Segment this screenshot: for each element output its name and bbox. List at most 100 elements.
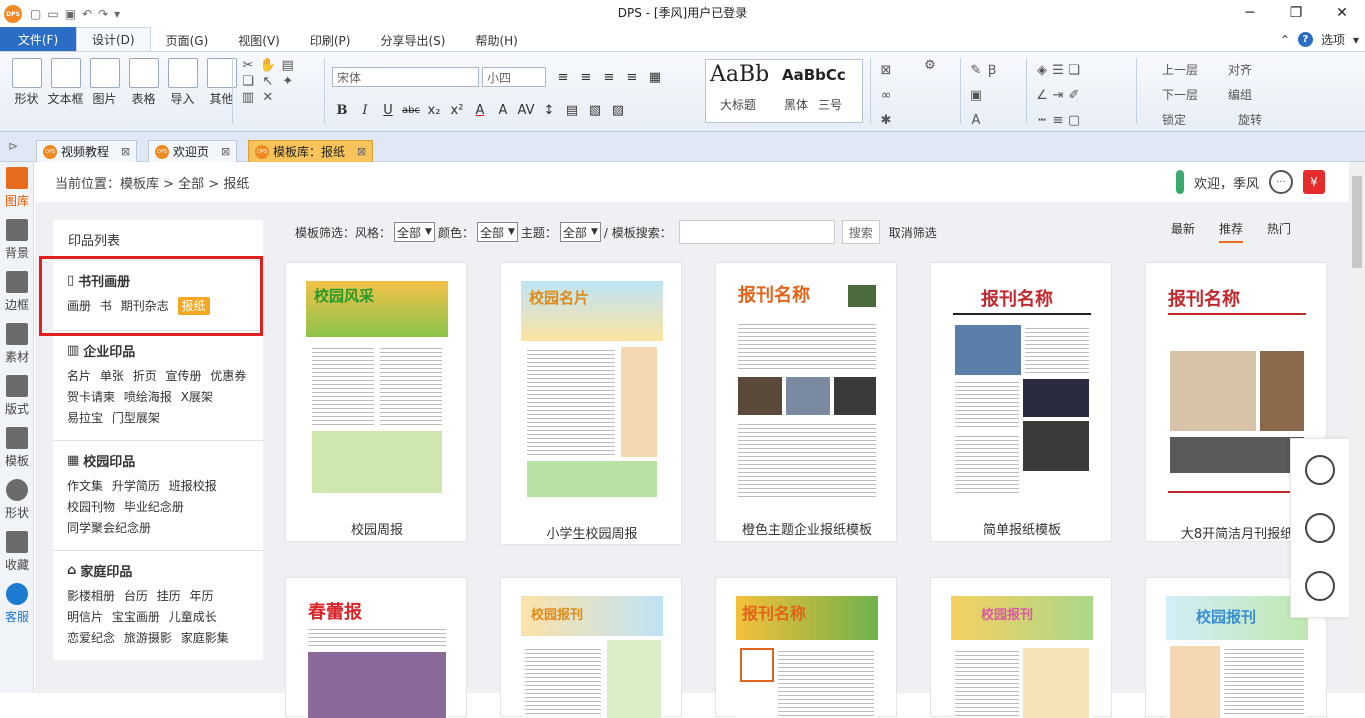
tab-view[interactable]: 视图(V) — [223, 29, 295, 51]
category-link[interactable]: 名片 — [67, 369, 91, 383]
category-link[interactable]: 易拉宝 — [67, 411, 103, 425]
options-button[interactable]: 选项 — [1321, 31, 1345, 48]
category-link[interactable]: 宣传册 — [166, 369, 202, 383]
text-direction-icon[interactable]: ▧ — [585, 100, 605, 120]
scrollbar-thumb[interactable] — [1352, 176, 1362, 268]
tab-design[interactable]: 设计(D) — [76, 27, 151, 51]
rotate-button[interactable]: 旋转 — [1222, 108, 1262, 133]
table-button[interactable]: 表格 — [125, 58, 162, 107]
sidebar-item-gallery[interactable]: 图库 — [0, 162, 34, 214]
template-card[interactable]: 春蕾报 — [285, 577, 467, 718]
tab-page[interactable]: 页面(G) — [151, 29, 224, 51]
fill-icon[interactable]: ▤ — [280, 58, 296, 74]
align-button[interactable]: 对齐 — [1212, 58, 1252, 83]
category-link[interactable]: 年历 — [190, 589, 214, 603]
copy-icon[interactable]: ❏ — [240, 74, 256, 90]
shape-button[interactable]: 形状 — [8, 58, 45, 107]
category-link[interactable]: 门型展架 — [112, 411, 160, 425]
layers-icon[interactable]: ❏ — [1066, 63, 1082, 79]
category-link-selected[interactable]: 报纸 — [177, 297, 210, 315]
category-link[interactable]: 作文集 — [67, 479, 103, 493]
tab-template-library[interactable]: DPS 模板库：报纸 ⊠ — [248, 140, 374, 162]
category-link[interactable]: 班报校报 — [169, 479, 217, 493]
template-card[interactable]: 报刊名称 简单报纸模板 — [930, 262, 1112, 542]
style-gallery[interactable]: AaBb AaBbCc 大标题 黑体 三号 — [705, 59, 863, 123]
category-link[interactable]: 明信片 — [67, 610, 103, 624]
tab-video-tutorial[interactable]: DPS 视频教程 ⊠ — [36, 140, 138, 162]
category-link[interactable]: 优惠券 — [210, 369, 246, 383]
cut-icon[interactable]: ✂ — [240, 58, 256, 74]
sidebar-item-layout[interactable]: 版式 — [0, 370, 34, 422]
font-name-select[interactable]: 宋体 — [332, 67, 479, 87]
category-link[interactable]: 影楼相册 — [67, 589, 115, 603]
options-dropdown-icon[interactable]: ▾ — [1353, 33, 1359, 47]
shadow-icon[interactable]: ▢ — [1066, 113, 1082, 129]
link-icon[interactable]: ∞ — [878, 88, 894, 104]
align-center-icon[interactable]: ≡ — [576, 67, 596, 87]
font-size-select[interactable]: 小四 — [482, 67, 546, 87]
category-link[interactable]: 毕业纪念册 — [124, 500, 184, 514]
color-filter-select[interactable]: 全部 ▼ — [476, 222, 518, 242]
tab-share-export[interactable]: 分享导出(S) — [365, 29, 460, 51]
category-link[interactable]: 挂历 — [157, 589, 181, 603]
category-link[interactable]: 画册 — [67, 299, 91, 313]
template-card[interactable]: 校园报刊 — [930, 577, 1112, 718]
lock-button[interactable]: 锁定 — [1144, 108, 1186, 133]
category-link[interactable]: 书 — [100, 299, 112, 313]
font-color-icon[interactable]: A — [470, 100, 490, 120]
qq-icon[interactable] — [1305, 455, 1335, 485]
save-icon[interactable]: ▣ — [65, 7, 76, 21]
customer-service-icon[interactable] — [1305, 571, 1335, 601]
style-filter-select[interactable]: 全部 ▼ — [394, 222, 435, 242]
pointer-icon[interactable]: ↖ — [260, 74, 276, 90]
sidebar-item-material[interactable]: 素材 — [0, 318, 34, 370]
tab-welcome[interactable]: DPS 欢迎页 ⊠ — [148, 140, 238, 162]
other-button[interactable]: 其他 — [203, 58, 240, 107]
line-weight-icon[interactable]: ≡ — [1050, 113, 1066, 129]
subscript-icon[interactable]: x₂ — [424, 100, 444, 120]
pen-icon[interactable]: ✎ — [968, 63, 984, 79]
tab-print[interactable]: 印刷(P) — [295, 29, 366, 51]
bold-icon[interactable]: B — [332, 100, 352, 120]
line-color-icon[interactable]: ∠ — [1034, 88, 1050, 104]
category-link[interactable]: 期刊杂志 — [121, 299, 169, 313]
magic-wand-icon[interactable]: ✦ — [280, 74, 296, 90]
delete-icon[interactable]: ✕ — [260, 90, 276, 106]
strikethrough-icon[interactable]: abc — [401, 100, 421, 120]
fill-color-icon[interactable]: ◈ — [1034, 63, 1050, 79]
template-card[interactable]: 校园风采 校园周报 — [285, 262, 467, 542]
close-tab-icon[interactable]: ⊠ — [221, 145, 230, 158]
template-card[interactable]: 报刊名称 橙色主题企业报纸模板 — [715, 262, 897, 542]
sidebar-item-template[interactable]: 模板 — [0, 422, 34, 474]
char-spacing-icon[interactable]: AV — [516, 100, 536, 120]
paste-icon[interactable]: ▥ — [240, 90, 256, 106]
sort-newest[interactable]: 最新 — [1171, 220, 1195, 243]
tab-help[interactable]: 帮助(H) — [460, 29, 532, 51]
help-icon[interactable]: ? — [1297, 32, 1313, 47]
dash-style-icon[interactable]: ┅ — [1034, 113, 1050, 129]
image-edit-icon[interactable]: ▣ — [968, 88, 984, 104]
close-icon[interactable]: ✕ — [1319, 0, 1365, 26]
open-folder-icon[interactable]: ▭ — [47, 7, 58, 21]
template-card[interactable]: 校园报刊 — [500, 577, 682, 718]
sort-hot[interactable]: 热门 — [1267, 220, 1291, 243]
columns-icon[interactable]: ▤ — [562, 100, 582, 120]
template-card[interactable]: 报刊名称 — [715, 577, 897, 718]
effect-icon[interactable]: ✱ — [878, 113, 894, 129]
minimize-icon[interactable]: ─ — [1227, 0, 1273, 26]
message-icon[interactable]: ··· — [1269, 170, 1293, 194]
superscript-icon[interactable]: x² — [447, 100, 467, 120]
category-link[interactable]: 宝宝画册 — [112, 610, 160, 624]
bring-forward-button[interactable]: 上一层 — [1144, 58, 1198, 83]
crop-icon[interactable]: ⊠ — [878, 63, 894, 79]
theme-filter-select[interactable]: 全部 ▼ — [559, 222, 601, 242]
hand-icon[interactable]: ✋ — [260, 58, 276, 74]
group-button[interactable]: 编组 — [1212, 83, 1252, 108]
category-link[interactable]: 儿童成长 — [169, 610, 217, 624]
category-link[interactable]: X展架 — [181, 390, 213, 404]
sort-recommended[interactable]: 推荐 — [1218, 220, 1243, 243]
category-link[interactable]: 台历 — [124, 589, 148, 603]
line-spacing-icon[interactable]: ↕ — [539, 100, 559, 120]
close-tab-icon[interactable]: ⊠ — [121, 145, 130, 158]
indent-icon[interactable]: ⇥ — [1050, 88, 1066, 104]
